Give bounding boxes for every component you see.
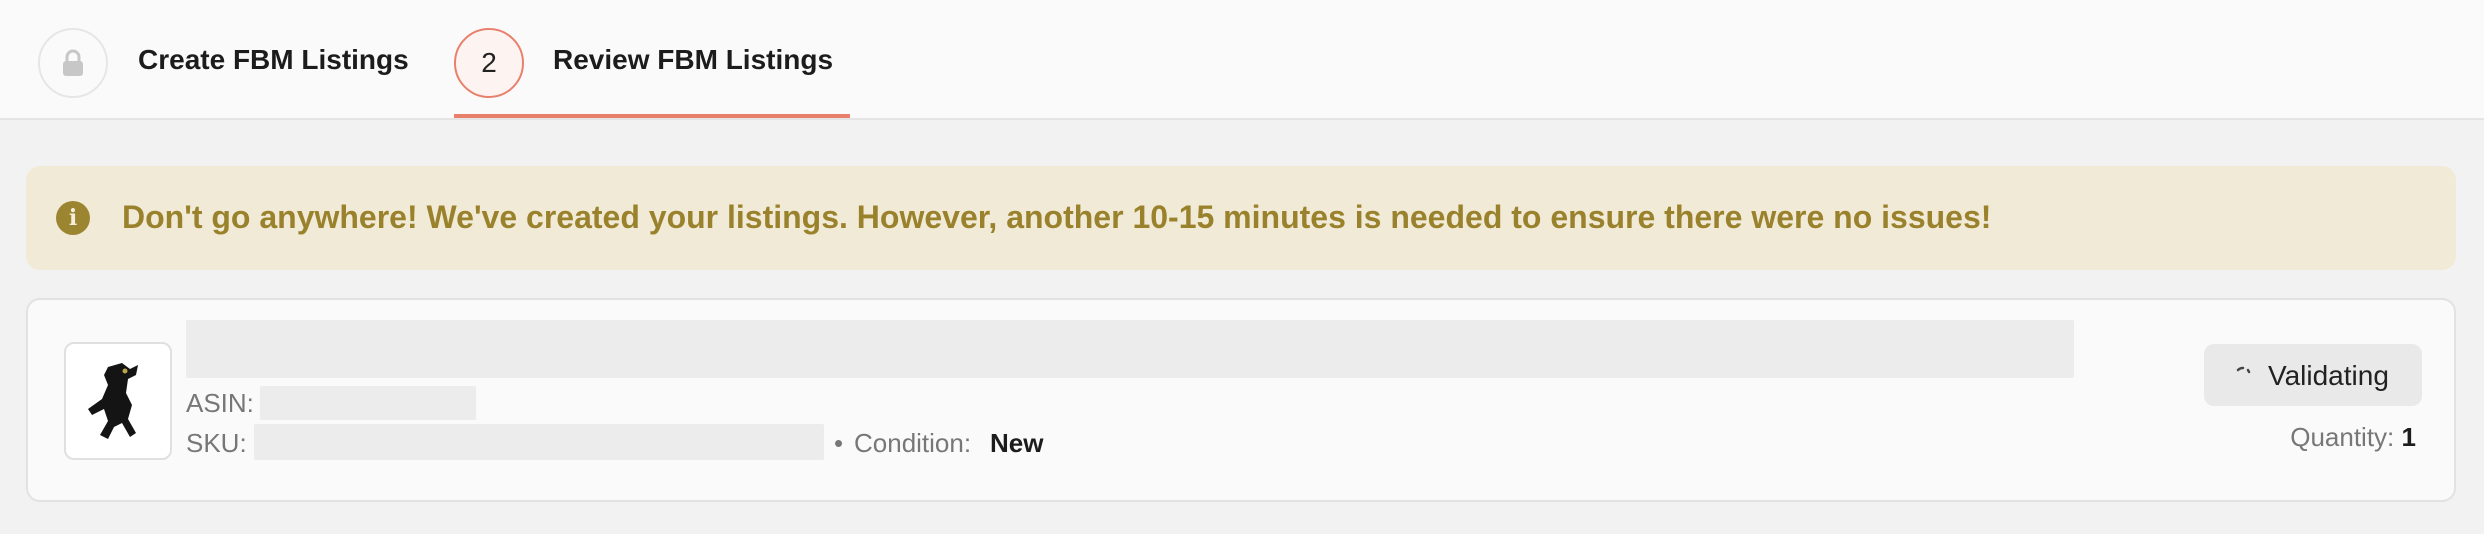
status-badge: Validating [2204, 344, 2422, 406]
asin-redacted [260, 386, 476, 420]
step-2-label[interactable]: Review FBM Listings [553, 44, 833, 76]
quantity: Quantity: 1 [2290, 422, 2416, 453]
step-1-label[interactable]: Create FBM Listings [138, 44, 409, 76]
sku-label: SKU: [186, 428, 247, 458]
active-step-underline [454, 114, 850, 118]
spinner-icon [2236, 366, 2251, 374]
condition-label: Condition: [854, 428, 972, 458]
quantity-value: 1 [2401, 422, 2416, 452]
quantity-label: Quantity: [2290, 422, 2395, 452]
alert-message: Don't go anywhere! We've created your li… [122, 199, 1992, 235]
listing-card: ASIN: SKU: • Condition: New Validating Q… [26, 298, 2456, 502]
condition-value: New [990, 428, 1044, 458]
product-thumbnail[interactable] [64, 342, 172, 460]
step-1-indicator[interactable] [38, 28, 108, 98]
stepper: Create FBM Listings 2 Review FBM Listing… [0, 0, 2484, 120]
product-image [88, 363, 138, 439]
status-label: Validating [2268, 360, 2389, 391]
sku-redacted [254, 424, 824, 460]
lock-icon [63, 49, 83, 76]
step-2-indicator[interactable]: 2 [454, 28, 524, 98]
asin-label: ASIN: [186, 388, 254, 418]
title-redacted [186, 320, 2074, 378]
separator-dot: • [834, 428, 844, 458]
info-icon: i [56, 201, 90, 235]
info-alert: i Don't go anywhere! We've created your … [26, 166, 2456, 270]
